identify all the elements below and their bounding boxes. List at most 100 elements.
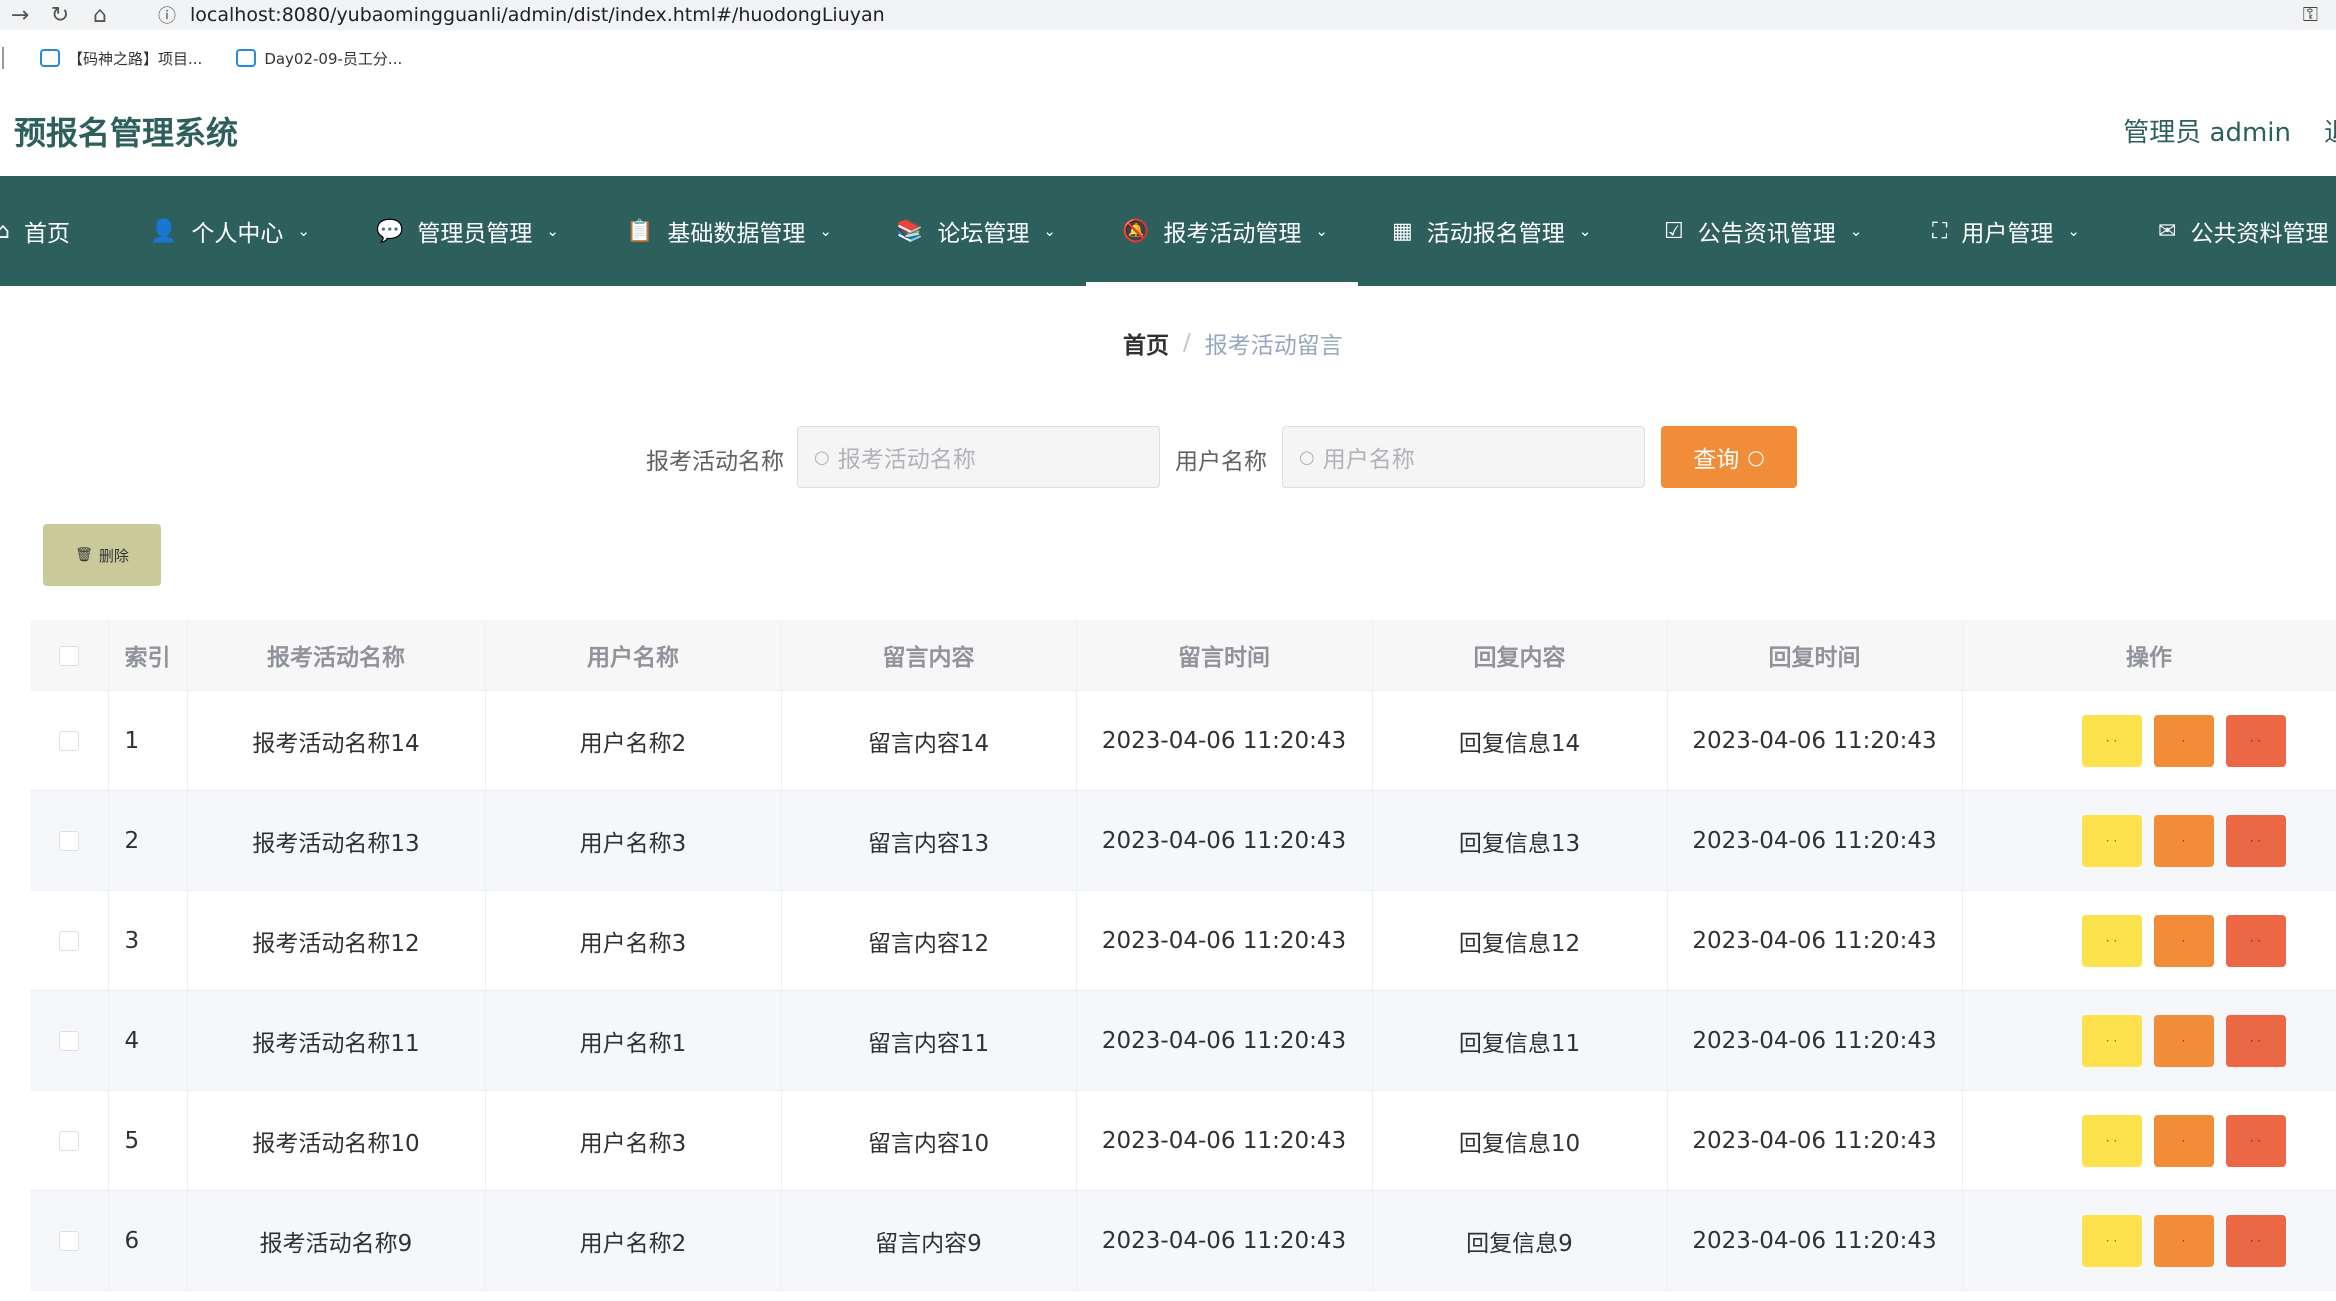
table-cell: 2023-04-06 11:20:43 bbox=[1667, 890, 1963, 991]
input-placeholder: 用户名称 bbox=[1322, 447, 1415, 473]
table-cell: 2023-04-06 11:20:43 bbox=[1667, 1190, 1963, 1291]
reply-button[interactable]: · bbox=[2153, 1114, 2214, 1167]
row-actions: · · · · · bbox=[1963, 1114, 2336, 1167]
table-cell: 1 bbox=[108, 690, 188, 791]
row-checkbox[interactable] bbox=[58, 731, 79, 751]
chevron-down-icon: ⌄ bbox=[1315, 222, 1328, 240]
row-delete-button[interactable]: · · bbox=[2225, 1114, 2286, 1167]
address-bar[interactable]: ⓘ localhost:8080/yubaomingguanli/admin/d… bbox=[158, 0, 2278, 30]
chevron-down-icon: ⌄ bbox=[1849, 222, 1863, 240]
nav-item-announcement[interactable]: ☑ 公告资讯管理 ⌄ bbox=[1664, 176, 1862, 286]
column-header: 报考活动名称 bbox=[187, 620, 486, 691]
actions-cell: · · · · · bbox=[1962, 890, 2336, 991]
column-header: 用户名称 bbox=[485, 620, 782, 691]
actions-cell: · · · · · bbox=[1962, 790, 2336, 891]
row-actions: · · · · · bbox=[1963, 1214, 2336, 1267]
table-cell: 回复信息11 bbox=[1372, 990, 1668, 1091]
activity-name-input[interactable]: ○ 报考活动名称 bbox=[797, 426, 1160, 488]
table-cell: 报考活动名称13 bbox=[187, 790, 486, 891]
detail-button[interactable]: · · bbox=[2081, 1114, 2142, 1167]
nav-item-exam-activity[interactable]: 🔕 报考活动管理 ⌄ bbox=[1086, 176, 1358, 286]
row-checkbox[interactable] bbox=[58, 1231, 79, 1251]
table-cell: 2023-04-06 11:20:43 bbox=[1076, 1190, 1373, 1291]
table-cell: 留言内容13 bbox=[781, 790, 1077, 891]
query-button[interactable]: 查询 ○ bbox=[1661, 426, 1797, 488]
reply-button[interactable]: · bbox=[2153, 914, 2214, 967]
reply-button[interactable]: · bbox=[2153, 814, 2214, 867]
row-checkbox[interactable] bbox=[58, 931, 79, 951]
column-header: 留言内容 bbox=[781, 620, 1077, 691]
row-select-cell bbox=[30, 1190, 109, 1291]
table-cell: 留言内容10 bbox=[781, 1090, 1077, 1191]
detail-button[interactable]: · · bbox=[2081, 714, 2142, 767]
bookmark-item[interactable]: Day02-09-员工分... bbox=[236, 48, 402, 69]
delete-button[interactable]: 🗑 删除 bbox=[43, 524, 161, 586]
nav-label: 管理员管理 bbox=[417, 221, 533, 247]
home-icon[interactable]: ⌂ bbox=[80, 3, 120, 28]
key-icon[interactable]: ⚿ bbox=[2303, 2, 2318, 26]
table-cell: 报考活动名称12 bbox=[187, 890, 486, 991]
chevron-down-icon: ⌄ bbox=[546, 222, 559, 240]
actions-cell: · · · · · bbox=[1962, 690, 2336, 791]
table-cell: 2023-04-06 11:20:43 bbox=[1076, 1090, 1373, 1191]
table-cell: 留言内容11 bbox=[781, 990, 1077, 1091]
table-cell: 2023-04-06 11:20:43 bbox=[1076, 890, 1373, 991]
row-select-cell bbox=[30, 1090, 109, 1191]
detail-button[interactable]: · · bbox=[2081, 1014, 2142, 1067]
table-cell: 报考活动名称10 bbox=[187, 1090, 486, 1191]
nav-item-activity-signup[interactable]: ▦ 活动报名管理 ⌄ bbox=[1392, 176, 1591, 286]
grid-icon: ▦ bbox=[1392, 218, 1413, 244]
search-icon: ○ bbox=[814, 446, 830, 468]
select-all-checkbox[interactable] bbox=[58, 645, 79, 666]
breadcrumb-current: 报考活动留言 bbox=[1204, 333, 1343, 359]
row-select-cell bbox=[30, 890, 109, 991]
row-delete-button[interactable]: · · bbox=[2225, 1214, 2286, 1267]
bookmark-label: 【码神之路】项目... bbox=[68, 49, 203, 68]
logout-link[interactable]: 退 bbox=[2324, 112, 2336, 149]
detail-button[interactable]: · · bbox=[2081, 914, 2142, 967]
nav-label: 报考活动管理 bbox=[1163, 221, 1302, 247]
nav-item-admin-management[interactable]: 💬 管理员管理 ⌄ bbox=[376, 176, 559, 286]
table-cell: 2023-04-06 11:20:43 bbox=[1667, 1090, 1963, 1191]
table-cell: 回复信息14 bbox=[1372, 690, 1668, 791]
user-name-input[interactable]: ○ 用户名称 bbox=[1282, 426, 1645, 488]
table-cell: 3 bbox=[108, 890, 188, 991]
reply-button[interactable]: · bbox=[2153, 1014, 2214, 1067]
row-delete-button[interactable]: · · bbox=[2225, 1014, 2286, 1067]
activity-name-label: 报考活动名称 bbox=[646, 449, 784, 475]
detail-button[interactable]: · · bbox=[2081, 814, 2142, 867]
forward-icon[interactable]: → bbox=[0, 3, 40, 28]
column-header: 索引 bbox=[108, 620, 188, 691]
reload-icon[interactable]: ↻ bbox=[40, 3, 80, 28]
trash-icon: 🗑 bbox=[75, 547, 93, 563]
table-cell: 报考活动名称9 bbox=[187, 1190, 486, 1291]
reply-button[interactable]: · bbox=[2153, 1214, 2214, 1267]
row-delete-button[interactable]: · · bbox=[2225, 914, 2286, 967]
browser-toolbar: → ↻ ⌂ ⓘ localhost:8080/yubaomingguanli/a… bbox=[0, 0, 2336, 30]
bookmark-divider bbox=[2, 47, 26, 69]
nav-item-user-management[interactable]: ⛶ 用户管理 ⌄ bbox=[1932, 176, 2080, 286]
top-nav: ⌂ 首页 👤 个人中心 ⌄ 💬 管理员管理 ⌄ 📋 基础数据管理 ⌄ 📚 论坛管… bbox=[0, 176, 2336, 286]
nav-label: 公共资料管理 bbox=[2190, 221, 2329, 247]
nav-item-forum[interactable]: 📚 论坛管理 ⌄ bbox=[896, 176, 1056, 286]
row-checkbox[interactable] bbox=[58, 1031, 79, 1051]
row-checkbox[interactable] bbox=[58, 831, 79, 851]
breadcrumb-home[interactable]: 首页 bbox=[1123, 326, 1169, 360]
row-delete-button[interactable]: · · bbox=[2225, 814, 2286, 867]
detail-button[interactable]: · · bbox=[2081, 1214, 2142, 1267]
row-delete-button[interactable]: · · bbox=[2225, 714, 2286, 767]
table-cell: 2023-04-06 11:20:43 bbox=[1076, 690, 1373, 791]
bookmark-item[interactable]: 【码神之路】项目... bbox=[40, 48, 202, 69]
bell-off-icon: 🔕 bbox=[1122, 218, 1150, 244]
table-header-row: 索引 报考活动名称 用户名称 留言内容 留言时间 回复内容 回复时间 操作 bbox=[30, 620, 2336, 691]
nav-item-public-materials[interactable]: ✉ 公共资料管理 bbox=[2158, 176, 2328, 286]
site-info-icon[interactable]: ⓘ bbox=[158, 2, 176, 28]
query-label: 查询 bbox=[1693, 447, 1740, 473]
nav-item-home[interactable]: ⌂ 首页 bbox=[0, 176, 70, 286]
table-cell: 2023-04-06 11:20:43 bbox=[1667, 690, 1963, 791]
table-cell: 用户名称3 bbox=[485, 1090, 782, 1191]
row-checkbox[interactable] bbox=[58, 1131, 79, 1151]
reply-button[interactable]: · bbox=[2153, 714, 2214, 767]
nav-item-basic-data[interactable]: 📋 基础数据管理 ⌄ bbox=[626, 176, 832, 286]
nav-item-personal-center[interactable]: 👤 个人中心 ⌄ bbox=[150, 176, 310, 286]
